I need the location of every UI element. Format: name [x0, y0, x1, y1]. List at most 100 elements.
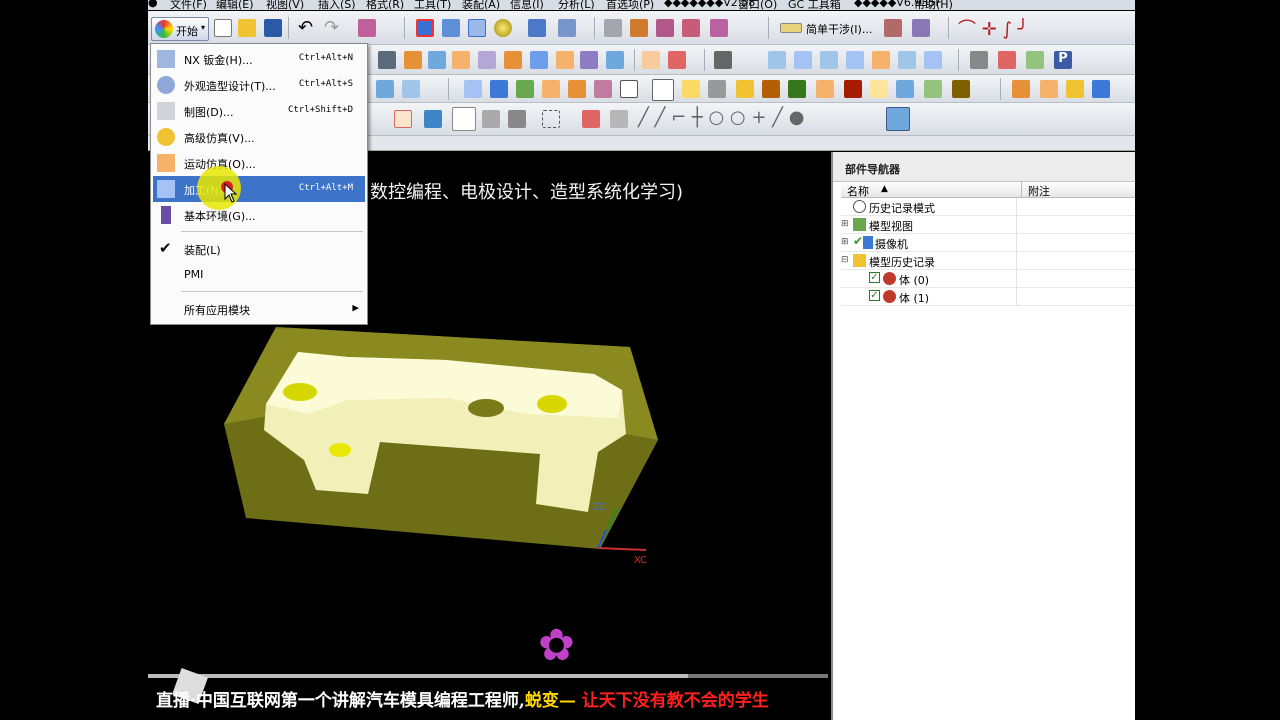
tool-icon-d2[interactable] — [490, 80, 508, 98]
tree-item-history-mode[interactable]: 历史记录模式 — [841, 198, 1135, 216]
tool-icon-m2[interactable] — [736, 80, 754, 98]
expand-icon[interactable]: ⊞ — [841, 219, 849, 229]
column-name[interactable]: 名称 — [847, 183, 869, 199]
menu-item-drafting[interactable]: 制图(D)... Ctrl+Shift+D — [153, 98, 365, 124]
tool-icon-a2[interactable] — [376, 80, 394, 98]
point-select-icon[interactable] — [482, 110, 500, 128]
tool-icon-l2[interactable] — [708, 80, 726, 98]
tree-item-body-1[interactable]: ✓ 体 (1) — [841, 288, 1135, 306]
menu-item-pmi[interactable]: PMI — [153, 262, 365, 288]
column-note[interactable]: 附注 — [1021, 182, 1050, 198]
start-button[interactable]: 开始 ▾ — [151, 17, 209, 41]
tool-icon-b2[interactable] — [402, 80, 420, 98]
rectangle-select-icon[interactable] — [542, 110, 560, 128]
pen-icon[interactable] — [912, 19, 930, 37]
command-finder-icon[interactable] — [358, 19, 376, 37]
display-icon[interactable] — [710, 19, 728, 37]
snap-icon-3[interactable] — [610, 110, 628, 128]
snap-geometry-icons[interactable]: ╱ ╱ ⌐ ┼ ○ ○ + ╱ ● — [638, 107, 804, 128]
menu-file[interactable]: 文件(F) — [170, 0, 207, 10]
edge-select-icon[interactable] — [508, 110, 526, 128]
menu-tools[interactable]: 工具(T) — [414, 0, 451, 10]
tool-icon-f2[interactable] — [542, 80, 560, 98]
collapse-icon[interactable]: ⊟ — [841, 255, 849, 265]
tool-icon-s[interactable] — [898, 51, 916, 69]
tool-icon-n2[interactable] — [762, 80, 780, 98]
tool-icon-l[interactable] — [668, 51, 686, 69]
snap-icon-2[interactable] — [582, 110, 600, 128]
return-icon[interactable] — [424, 110, 442, 128]
menu-preferences[interactable]: 首选项(P) — [606, 0, 654, 10]
tree-item-body-0[interactable]: ✓ 体 (0) — [841, 270, 1135, 288]
tool-icon-y2[interactable] — [1092, 80, 1110, 98]
wireframe-view-icon[interactable] — [468, 19, 486, 37]
tool-icon-v2[interactable] — [1012, 80, 1030, 98]
tool-icon-o[interactable] — [794, 51, 812, 69]
tool-icon-v[interactable] — [998, 51, 1016, 69]
tool-icon-g[interactable] — [530, 51, 548, 69]
menu-item-advanced-simulation[interactable]: 高级仿真(V)... — [153, 124, 365, 150]
tool-icon-q2[interactable] — [844, 80, 862, 98]
measure-icon[interactable] — [656, 19, 674, 37]
menu-item-motion-simulation[interactable]: 运动仿真(O)... — [153, 150, 365, 176]
analysis-icon[interactable] — [682, 19, 700, 37]
tool-icon-f[interactable] — [504, 51, 522, 69]
tool-icon-u[interactable] — [970, 51, 988, 69]
shaded-view-icon[interactable] — [442, 19, 460, 37]
tool-icon-c[interactable] — [428, 51, 446, 69]
menu-format[interactable]: 格式(R) — [366, 0, 404, 10]
tool-icon-h2[interactable] — [594, 80, 612, 98]
tool-icon-p[interactable] — [820, 51, 838, 69]
menu-analysis[interactable]: 分析(L) — [558, 0, 595, 10]
curve-icon[interactable]: ⌒ ✛ ∫ ╯ — [958, 15, 1028, 41]
tool-icon-j[interactable] — [606, 51, 624, 69]
menu-window[interactable]: 窗口(O) — [738, 0, 777, 10]
tool-icon-w[interactable] — [1026, 51, 1044, 69]
orient-view-icon[interactable] — [528, 19, 546, 37]
tool-icon-g2[interactable] — [568, 80, 586, 98]
menu-edit[interactable]: 编辑(E) — [216, 0, 254, 10]
menu-view[interactable]: 视图(V) — [266, 0, 304, 10]
tool-icon-e[interactable] — [478, 51, 496, 69]
new-file-icon[interactable] — [214, 19, 232, 37]
view-layout-icon[interactable] — [558, 19, 576, 37]
menu-item-nx-sheetmetal[interactable]: NX 钣金(H)... Ctrl+Alt+N — [153, 46, 365, 72]
tool-icon-t2[interactable] — [924, 80, 942, 98]
menu-item-shape-studio[interactable]: 外观造型设计(T)... Ctrl+Alt+S — [153, 72, 365, 98]
menu-gc-toolkit[interactable]: GC 工具箱 — [788, 0, 841, 10]
checkbox-icon[interactable]: ✓ — [869, 272, 880, 283]
menu-item-manufacturing[interactable]: 加工(N)... Ctrl+Alt+M — [153, 176, 365, 202]
tool-icon-d[interactable] — [452, 51, 470, 69]
tool-icon-k2[interactable] — [682, 80, 700, 98]
expand-icon[interactable]: ⊞ — [841, 237, 849, 247]
tool-icon-o2[interactable] — [788, 80, 806, 98]
post-processor-icon[interactable]: P — [1054, 51, 1072, 69]
tool-icon-t[interactable] — [924, 51, 942, 69]
tool-icon-q[interactable] — [846, 51, 864, 69]
tool-icon-r2[interactable] — [870, 80, 888, 98]
tool-icon-w2[interactable] — [1040, 80, 1058, 98]
select-body-icon[interactable] — [452, 107, 476, 131]
menu-insert[interactable]: 插入(S) — [318, 0, 356, 10]
fit-view-icon[interactable] — [416, 19, 434, 37]
menu-item-gateway[interactable]: 基本环境(G)... — [153, 202, 365, 228]
open-folder-icon[interactable] — [238, 19, 256, 37]
tool-icon-u2[interactable] — [952, 80, 970, 98]
playback-progress-bar[interactable] — [148, 674, 828, 678]
redo-icon[interactable]: ↷ — [324, 17, 339, 38]
save-icon[interactable] — [264, 19, 282, 37]
tool-icon-i2[interactable] — [620, 80, 638, 98]
tool-icon-a[interactable] — [378, 51, 396, 69]
tool-icon-k[interactable] — [642, 51, 660, 69]
tool-icon-b[interactable] — [404, 51, 422, 69]
tree-item-cameras[interactable]: ⊞ ✔ 摄像机 — [841, 234, 1135, 252]
layer-settings-icon[interactable] — [604, 19, 622, 37]
tool-icon-j2[interactable] — [652, 79, 674, 101]
checkbox-icon[interactable]: ✓ — [869, 290, 880, 301]
tool-icon-e2[interactable] — [516, 80, 534, 98]
tool-icon-i[interactable] — [580, 51, 598, 69]
undo-icon[interactable]: ↶ — [298, 17, 313, 38]
sphere-render-icon[interactable] — [494, 19, 512, 37]
snap-point-icon[interactable] — [394, 110, 412, 128]
menu-help[interactable]: 帮助(H) — [914, 0, 953, 10]
